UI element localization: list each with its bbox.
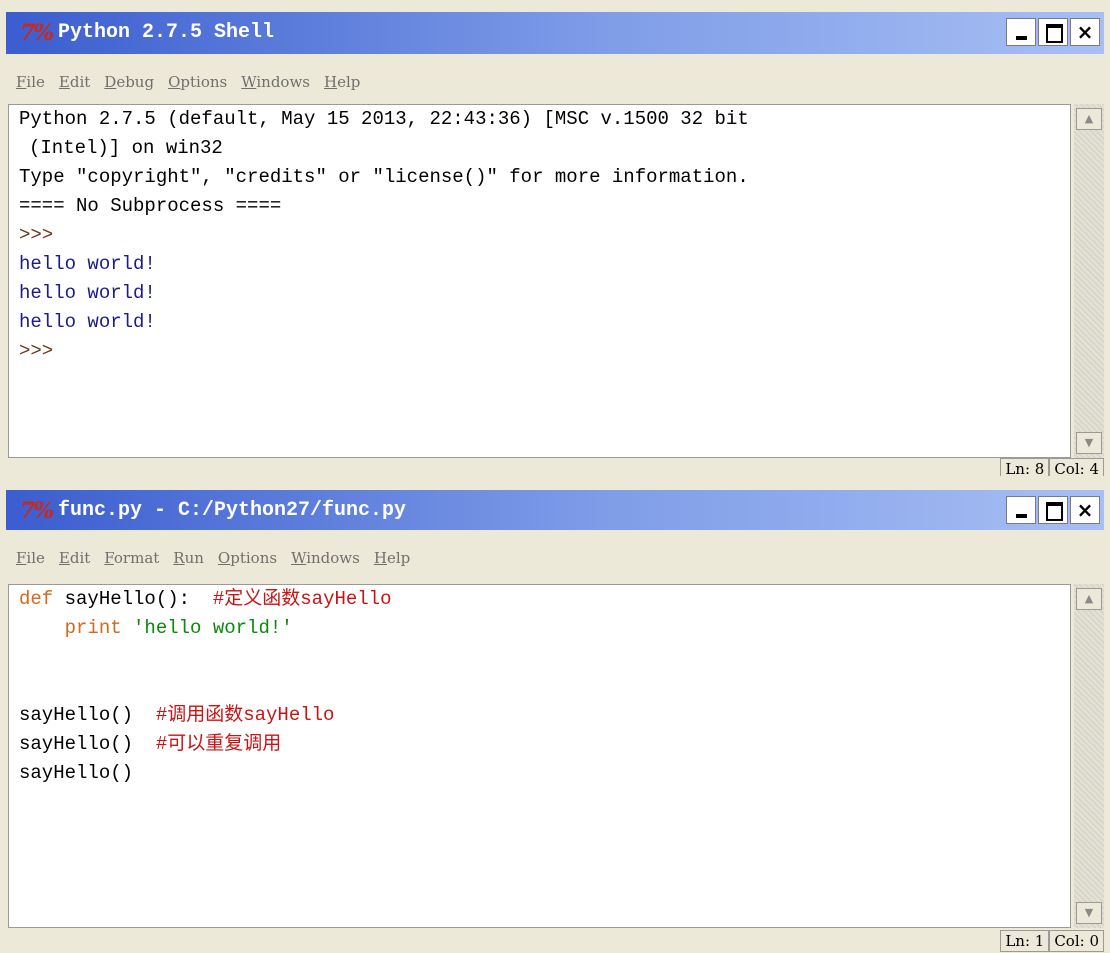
code-line: print 'hello world!' <box>9 614 1070 643</box>
shell-prompt: >>> <box>19 340 54 362</box>
menu-help[interactable]: Help <box>374 549 410 567</box>
editor-title: func.py - C:/Python27/func.py <box>58 499 407 522</box>
editor-statusbar: Ln: 1 Col: 0 <box>1000 930 1104 952</box>
editor-window-controls: × <box>1006 496 1100 524</box>
maximize-button[interactable] <box>1038 496 1068 524</box>
keyword-token: def <box>19 588 54 610</box>
menu-file[interactable]: File <box>16 549 45 567</box>
shell-line: Python 2.7.5 (default, May 15 2013, 22:4… <box>19 108 749 130</box>
shell-title: Python 2.7.5 Shell <box>58 21 275 44</box>
menu-file[interactable]: File <box>16 73 45 91</box>
menu-edit[interactable]: Edit <box>59 73 90 91</box>
code-token: sayHello() <box>19 704 156 726</box>
menu-debug[interactable]: Debug <box>104 73 154 91</box>
idle-logo-icon: 7% <box>20 498 54 524</box>
shell-line: ==== No Subprocess ==== <box>19 195 282 217</box>
shell-output-line: hello world! <box>19 253 156 275</box>
code-line: sayHello() <box>9 759 1070 788</box>
minimize-button[interactable] <box>1006 18 1036 46</box>
idle-logo-icon: 7% <box>20 20 54 46</box>
code-line: def sayHello(): #定义函数sayHello <box>9 585 1070 614</box>
line-number-status: Ln: 1 <box>1000 930 1050 952</box>
string-token: 'hello world!' <box>133 617 293 639</box>
menu-windows[interactable]: Windows <box>291 549 360 567</box>
menu-edit[interactable]: Edit <box>59 549 90 567</box>
close-button[interactable]: × <box>1070 18 1100 46</box>
shell-output-line: hello world! <box>19 282 156 304</box>
editor-titlebar[interactable]: 7% func.py - C:/Python27/func.py × <box>6 490 1104 530</box>
comment-token: #定义函数sayHello <box>212 588 392 610</box>
editor-scrollbar[interactable]: ▲ ▼ <box>1074 584 1104 928</box>
comment-token: #调用函数sayHello <box>155 704 335 726</box>
shell-output-area[interactable]: Python 2.7.5 (default, May 15 2013, 22:4… <box>8 104 1071 458</box>
shell-menubar: File Edit Debug Options Windows Help <box>6 60 1110 104</box>
maximize-button[interactable] <box>1038 18 1068 46</box>
shell-output-line: hello world! <box>19 311 156 333</box>
shell-line: (Intel)] on win32 <box>29 137 223 159</box>
shell-scrollbar[interactable]: ▲ ▼ <box>1074 104 1104 458</box>
shell-titlebar[interactable]: 7% Python 2.7.5 Shell × <box>6 12 1104 54</box>
menu-windows[interactable]: Windows <box>241 73 310 91</box>
code-line: sayHello() #可以重复调用 <box>9 730 1070 759</box>
column-number-status: Col: 0 <box>1049 930 1104 952</box>
menu-run[interactable]: Run <box>173 549 204 567</box>
code-token: sayHello() <box>19 762 134 784</box>
menu-options[interactable]: Options <box>168 73 227 91</box>
menu-format[interactable]: Format <box>104 549 159 567</box>
editor-menubar: File Edit Format Run Options Windows Hel… <box>6 536 1110 580</box>
editor-window: 7% func.py - C:/Python27/func.py × File … <box>0 476 1110 953</box>
scroll-up-arrow-icon[interactable]: ▲ <box>1076 108 1102 130</box>
keyword-token: print <box>19 617 134 639</box>
code-line: sayHello() #调用函数sayHello <box>9 701 1070 730</box>
shell-window-controls: × <box>1006 18 1100 46</box>
shell-line: Type "copyright", "credits" or "license(… <box>19 166 749 188</box>
scroll-down-arrow-icon[interactable]: ▼ <box>1076 432 1102 454</box>
code-editor-area[interactable]: def sayHello(): #定义函数sayHello print 'hel… <box>8 584 1071 928</box>
menu-help[interactable]: Help <box>324 73 360 91</box>
close-button[interactable]: × <box>1070 496 1100 524</box>
code-token: sayHello(): <box>53 588 213 610</box>
code-token: sayHello() <box>19 733 156 755</box>
minimize-button[interactable] <box>1006 496 1036 524</box>
menu-options[interactable]: Options <box>218 549 277 567</box>
scroll-up-arrow-icon[interactable]: ▲ <box>1076 588 1102 610</box>
comment-token: #可以重复调用 <box>155 733 282 755</box>
shell-prompt: >>> <box>19 224 54 246</box>
shell-window: 7% Python 2.7.5 Shell × File Edit Debug … <box>0 0 1110 480</box>
scroll-down-arrow-icon[interactable]: ▼ <box>1076 902 1102 924</box>
